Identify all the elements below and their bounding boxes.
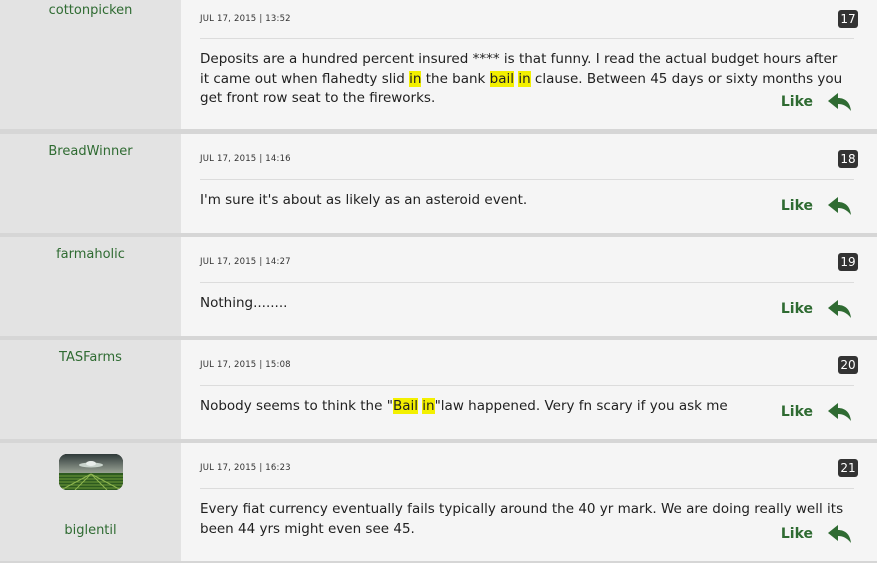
username-link[interactable]: TASFarms	[0, 350, 181, 365]
search-highlight: bail	[489, 70, 515, 87]
reply-arrow-icon[interactable]	[827, 299, 853, 319]
post-message: Nobody seems to think the "Bail in"law h…	[200, 398, 728, 414]
search-highlight: in	[422, 398, 435, 414]
post-content: JUL 17, 2015 | 14:16 18 I'm sure it's ab…	[181, 134, 877, 233]
search-highlight: in	[409, 70, 422, 87]
user-column: cottonpicken	[0, 0, 181, 129]
user-column: TASFarms	[0, 340, 181, 439]
post-divider	[200, 38, 854, 39]
user-column: biglentil	[0, 443, 181, 561]
post-date: JUL 17, 2015 | 14:16	[200, 154, 291, 164]
post-content: JUL 17, 2015 | 15:08 20 Nobody seems to …	[181, 340, 877, 439]
username-link[interactable]: farmaholic	[0, 247, 181, 262]
post-content: JUL 17, 2015 | 16:23 21 Every fiat curre…	[181, 443, 877, 561]
user-avatar[interactable]	[59, 454, 123, 490]
like-button[interactable]: Like	[781, 301, 813, 317]
user-column: farmaholic	[0, 237, 181, 336]
username-link[interactable]: cottonpicken	[0, 3, 181, 18]
post-18: BreadWinner JUL 17, 2015 | 14:16 18 I'm …	[0, 134, 877, 233]
post-actions: Like	[781, 92, 853, 112]
like-button[interactable]: Like	[781, 404, 813, 420]
post-divider	[200, 385, 854, 386]
post-message: Deposits are a hundred percent insured *…	[200, 51, 843, 106]
post-date: JUL 17, 2015 | 15:08	[200, 360, 291, 370]
post-content: JUL 17, 2015 | 13:52 17 Deposits are a h…	[181, 0, 877, 129]
post-17: cottonpicken JUL 17, 2015 | 13:52 17 Dep…	[0, 0, 877, 129]
post-number-badge[interactable]: 18	[838, 150, 858, 168]
post-message: I'm sure it's about as likely as an aste…	[200, 192, 528, 208]
post-19: farmaholic JUL 17, 2015 | 14:27 19 Nothi…	[0, 237, 877, 336]
post-content: JUL 17, 2015 | 14:27 19 Nothing........ …	[181, 237, 877, 336]
reply-arrow-icon[interactable]	[827, 402, 853, 422]
like-button[interactable]: Like	[781, 198, 813, 214]
username-link[interactable]: BreadWinner	[0, 144, 181, 159]
post-message: Every fiat currency eventually fails typ…	[200, 501, 844, 537]
post-21: biglentil JUL 17, 2015 | 16:23 21 Every …	[0, 443, 877, 561]
search-highlight: in	[518, 70, 531, 87]
like-button[interactable]: Like	[781, 94, 813, 110]
thread: cottonpicken JUL 17, 2015 | 13:52 17 Dep…	[0, 0, 877, 563]
reply-arrow-icon[interactable]	[827, 92, 853, 112]
post-date: JUL 17, 2015 | 16:23	[200, 463, 291, 473]
post-number-badge[interactable]: 19	[838, 253, 858, 271]
reply-arrow-icon[interactable]	[827, 196, 853, 216]
post-number-badge[interactable]: 17	[838, 10, 858, 28]
post-20: TASFarms JUL 17, 2015 | 15:08 20 Nobody …	[0, 340, 877, 439]
post-actions: Like	[781, 402, 853, 422]
user-column: BreadWinner	[0, 134, 181, 233]
post-message: Nothing........	[200, 295, 288, 311]
post-number-badge[interactable]: 21	[838, 459, 858, 477]
like-button[interactable]: Like	[781, 526, 813, 542]
post-date: JUL 17, 2015 | 13:52	[200, 14, 291, 24]
reply-arrow-icon[interactable]	[827, 524, 853, 544]
post-number-badge[interactable]: 20	[838, 356, 858, 374]
post-actions: Like	[781, 524, 853, 544]
username-link[interactable]: biglentil	[0, 523, 181, 538]
post-divider	[200, 488, 854, 489]
post-date: JUL 17, 2015 | 14:27	[200, 257, 291, 267]
post-divider	[200, 282, 854, 283]
post-actions: Like	[781, 299, 853, 319]
post-divider	[200, 179, 854, 180]
search-highlight: Bail	[392, 398, 418, 414]
post-actions: Like	[781, 196, 853, 216]
